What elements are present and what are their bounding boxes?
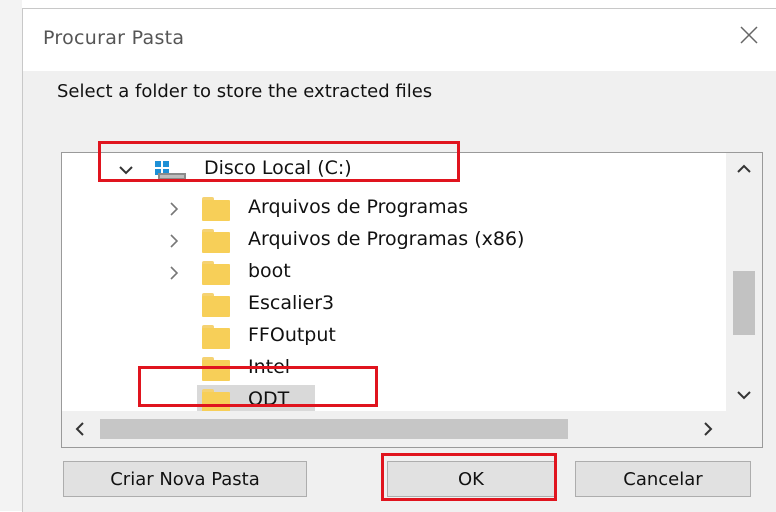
scroll-right-button[interactable] bbox=[690, 411, 726, 447]
tree-item-label: Intel bbox=[248, 356, 291, 378]
tree-item-intel[interactable]: Intel bbox=[62, 353, 714, 385]
tree-item-label: FFOutput bbox=[248, 324, 336, 346]
drive-icon bbox=[155, 161, 186, 181]
chevron-right-icon[interactable] bbox=[166, 233, 182, 249]
tree-item-boot[interactable]: boot bbox=[62, 257, 714, 289]
chevron-down-icon[interactable] bbox=[118, 162, 134, 178]
tree-item-label: boot bbox=[248, 260, 291, 282]
chevron-right-icon bbox=[704, 422, 713, 436]
instruction-text: Select a folder to store the extracted f… bbox=[57, 81, 433, 102]
scroll-down-button[interactable] bbox=[726, 379, 762, 411]
close-icon bbox=[740, 26, 758, 44]
browse-folder-dialog: Procurar Pasta Select a folder to store … bbox=[22, 8, 776, 512]
dialog-title: Procurar Pasta bbox=[43, 27, 185, 49]
folder-icon bbox=[202, 357, 230, 381]
chevron-right-icon[interactable] bbox=[166, 201, 182, 217]
folder-icon bbox=[202, 197, 230, 221]
folder-icon bbox=[202, 389, 230, 413]
chevron-up-icon bbox=[737, 164, 751, 173]
folder-icon bbox=[202, 325, 230, 349]
title-bar: Procurar Pasta bbox=[23, 9, 776, 71]
background-window-edge bbox=[0, 0, 22, 511]
chevron-down-icon bbox=[737, 391, 751, 400]
chevron-left-icon bbox=[75, 422, 84, 436]
new-folder-button[interactable]: Criar Nova Pasta bbox=[63, 461, 307, 497]
ok-button[interactable]: OK bbox=[387, 461, 555, 497]
tree-item-label: Arquivos de Programas bbox=[248, 196, 469, 218]
tree-item-arquivos-de-programas-x86[interactable]: Arquivos de Programas (x86) bbox=[62, 225, 714, 257]
scrollbar-corner bbox=[726, 411, 762, 447]
tree-item-label: Disco Local (C:) bbox=[204, 157, 352, 179]
tree-item-label: Arquivos de Programas (x86) bbox=[248, 228, 525, 250]
chevron-right-icon[interactable] bbox=[166, 265, 182, 281]
folder-icon bbox=[202, 229, 230, 253]
cancel-button[interactable]: Cancelar bbox=[575, 461, 751, 497]
tree-item-escalier3[interactable]: Escalier3 bbox=[62, 289, 714, 321]
tree-item-label: Escalier3 bbox=[248, 292, 335, 314]
folder-icon bbox=[202, 293, 230, 317]
vertical-scrollbar[interactable] bbox=[726, 153, 762, 411]
vertical-scroll-thumb[interactable] bbox=[733, 271, 755, 335]
tree-item-root[interactable]: Disco Local (C:) bbox=[62, 154, 714, 186]
tree-item-arquivos-de-programas[interactable]: Arquivos de Programas bbox=[62, 193, 714, 225]
tree-item-label: ODT bbox=[248, 388, 290, 410]
close-button[interactable] bbox=[729, 15, 769, 53]
folder-icon bbox=[202, 261, 230, 285]
scroll-left-button[interactable] bbox=[62, 411, 98, 447]
horizontal-scroll-thumb[interactable] bbox=[100, 419, 568, 439]
folder-tree[interactable]: Disco Local (C:) Arquivos de Programas A… bbox=[61, 152, 763, 448]
horizontal-scrollbar[interactable] bbox=[62, 411, 726, 447]
scroll-up-button[interactable] bbox=[726, 153, 762, 185]
tree-item-ffoutput[interactable]: FFOutput bbox=[62, 321, 714, 353]
